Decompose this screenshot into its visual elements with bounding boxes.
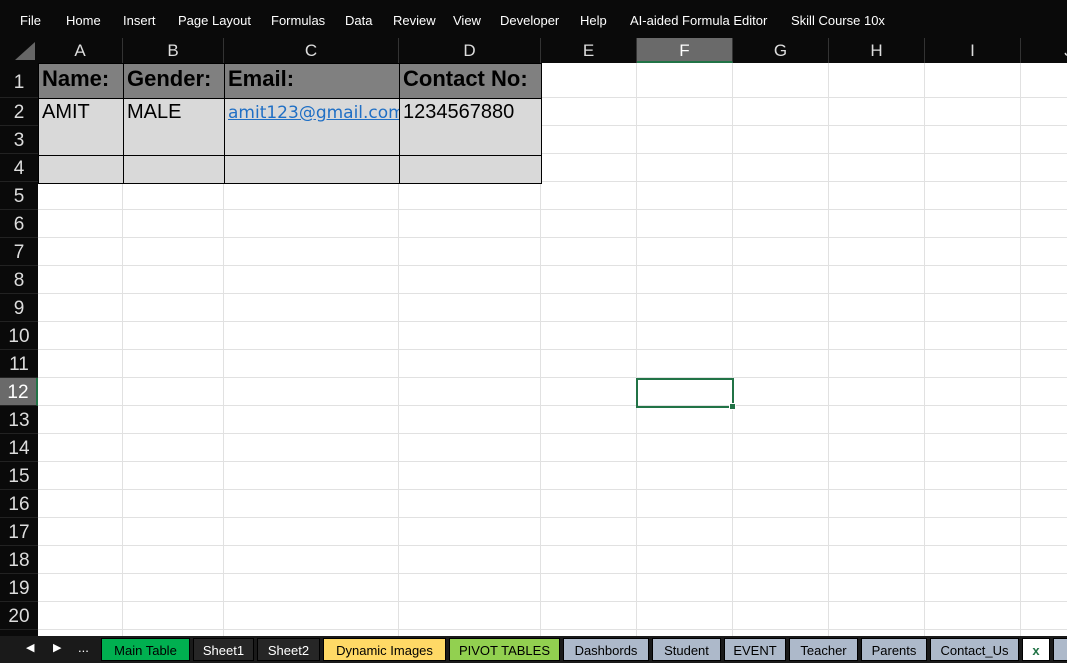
menu-insert[interactable]: Insert bbox=[123, 13, 156, 28]
row-header-13[interactable]: 13 bbox=[0, 406, 38, 434]
column-header-I[interactable]: I bbox=[925, 38, 1021, 63]
gridline bbox=[38, 209, 1067, 210]
row-header-2[interactable]: 2 bbox=[0, 98, 38, 126]
sheet-tab-event[interactable]: EVENT bbox=[724, 638, 786, 661]
sheet-tab-dashbords[interactable]: Dashbords bbox=[563, 638, 649, 661]
tab-more-button[interactable]: ... bbox=[78, 640, 89, 655]
cell-c4[interactable] bbox=[224, 155, 400, 184]
gridline bbox=[924, 63, 925, 636]
row-header-5[interactable]: 5 bbox=[0, 182, 38, 210]
menu-home[interactable]: Home bbox=[66, 13, 101, 28]
gridline bbox=[1020, 63, 1021, 636]
cell-gender[interactable]: MALE bbox=[123, 98, 225, 156]
gridline bbox=[38, 629, 1067, 630]
column-header-A[interactable]: A bbox=[38, 38, 123, 63]
row-header-14[interactable]: 14 bbox=[0, 434, 38, 462]
cell-b4[interactable] bbox=[123, 155, 225, 184]
column-header-J[interactable]: J bbox=[1021, 38, 1067, 63]
gridline bbox=[38, 237, 1067, 238]
cell-contact[interactable]: 1234567880 bbox=[399, 98, 542, 156]
cell-d4[interactable] bbox=[399, 155, 542, 184]
gridline bbox=[38, 545, 1067, 546]
row-headers: 1 2 3 4 5 6 7 8 9 10 11 12 13 14 15 16 17 18 19 20 bbox=[0, 63, 38, 636]
gridline bbox=[732, 63, 733, 636]
gridline bbox=[38, 489, 1067, 490]
row-header-11[interactable]: 11 bbox=[0, 350, 38, 378]
gridline bbox=[38, 265, 1067, 266]
gridline bbox=[828, 63, 829, 636]
sheet-tab-x[interactable]: x bbox=[1022, 638, 1050, 661]
sheet-tab-partial[interactable] bbox=[1053, 638, 1067, 661]
column-header-C[interactable]: C bbox=[224, 38, 399, 63]
row-header-20[interactable]: 20 bbox=[0, 602, 38, 630]
header-name[interactable]: Name: bbox=[38, 63, 124, 99]
row-header-12[interactable]: 12 bbox=[0, 378, 38, 406]
selected-cell[interactable] bbox=[636, 378, 736, 410]
gridline bbox=[38, 461, 1067, 462]
row-header-8[interactable]: 8 bbox=[0, 266, 38, 294]
header-contact[interactable]: Contact No: bbox=[399, 63, 542, 99]
column-header-H[interactable]: H bbox=[829, 38, 925, 63]
email-link[interactable]: amit123@gmail.com bbox=[228, 103, 399, 123]
gridline bbox=[38, 601, 1067, 602]
header-gender[interactable]: Gender: bbox=[123, 63, 225, 99]
column-header-F[interactable]: F bbox=[637, 38, 733, 63]
gridline bbox=[38, 321, 1067, 322]
column-header-D[interactable]: D bbox=[399, 38, 541, 63]
sheet-tab-teacher[interactable]: Teacher bbox=[789, 638, 858, 661]
sheet-tab-sheet2[interactable]: Sheet2 bbox=[257, 638, 320, 661]
tab-prev-icon[interactable]: ◀ bbox=[26, 641, 34, 654]
sheet-tab-student[interactable]: Student bbox=[652, 638, 721, 661]
gridline bbox=[38, 433, 1067, 434]
row-header-9[interactable]: 9 bbox=[0, 294, 38, 322]
row-header-18[interactable]: 18 bbox=[0, 546, 38, 574]
row-header-17[interactable]: 17 bbox=[0, 518, 38, 546]
row-header-16[interactable]: 16 bbox=[0, 490, 38, 518]
sheet-tab-parents[interactable]: Parents bbox=[861, 638, 927, 661]
gridline bbox=[38, 405, 1067, 406]
header-email[interactable]: Email: bbox=[224, 63, 400, 99]
tab-next-icon[interactable]: ▶ bbox=[53, 641, 61, 654]
sheet-tab-bar: ◀ ▶ ... Main Table Sheet1 Sheet2 Dynamic Im… bbox=[0, 636, 1067, 663]
menu-page-layout[interactable]: Page Layout bbox=[178, 13, 251, 28]
sheet-tab-dynamic-images[interactable]: Dynamic Images bbox=[323, 638, 446, 661]
row-header-1[interactable]: 1 bbox=[0, 63, 38, 98]
row-header-15[interactable]: 15 bbox=[0, 462, 38, 490]
cell-email[interactable]: amit123@gmail.com bbox=[224, 98, 400, 156]
menu-view[interactable]: View bbox=[453, 13, 481, 28]
row-header-3[interactable]: 3 bbox=[0, 126, 38, 154]
gridline bbox=[636, 63, 637, 636]
sheet-tab-pivot-tables[interactable]: PIVOT TABLES bbox=[449, 638, 560, 661]
sheet-tab-sheet1[interactable]: Sheet1 bbox=[193, 638, 254, 661]
menu-review[interactable]: Review bbox=[393, 13, 436, 28]
row-header-6[interactable]: 6 bbox=[0, 210, 38, 238]
menu-developer[interactable]: Developer bbox=[500, 13, 559, 28]
column-header-E[interactable]: E bbox=[541, 38, 637, 63]
gridline bbox=[38, 573, 1067, 574]
menu-ai-aided-formula-editor[interactable]: AI-aided Formula Editor bbox=[630, 13, 767, 28]
select-all-button[interactable] bbox=[0, 38, 38, 63]
worksheet-grid[interactable]: Name: Gender: Email: Contact No: AMIT MA… bbox=[38, 63, 1067, 636]
menu-file[interactable]: File bbox=[20, 13, 41, 28]
row-header-19[interactable]: 19 bbox=[0, 574, 38, 602]
column-header-B[interactable]: B bbox=[123, 38, 224, 63]
menu-formulas[interactable]: Formulas bbox=[271, 13, 325, 28]
row-header-4[interactable]: 4 bbox=[0, 154, 38, 182]
row-header-10[interactable]: 10 bbox=[0, 322, 38, 350]
gridline bbox=[38, 293, 1067, 294]
sheet-tab-contact-us[interactable]: Contact_Us bbox=[930, 638, 1019, 661]
cell-name[interactable]: AMIT bbox=[38, 98, 124, 156]
gridline bbox=[38, 517, 1067, 518]
sheet-tab-main-table[interactable]: Main Table bbox=[101, 638, 190, 661]
menu-help[interactable]: Help bbox=[580, 13, 607, 28]
gridline bbox=[38, 349, 1067, 350]
menu-skill-course-10x[interactable]: Skill Course 10x bbox=[791, 13, 885, 28]
menu-bar: File Home Insert Page Layout Formulas Data Rev… bbox=[0, 0, 1067, 38]
row-header-7[interactable]: 7 bbox=[0, 238, 38, 266]
gridline bbox=[38, 377, 1067, 378]
cell-a4[interactable] bbox=[38, 155, 124, 184]
menu-data[interactable]: Data bbox=[345, 13, 372, 28]
column-headers: ABCDEFGHIJ bbox=[0, 38, 1067, 63]
column-header-G[interactable]: G bbox=[733, 38, 829, 63]
